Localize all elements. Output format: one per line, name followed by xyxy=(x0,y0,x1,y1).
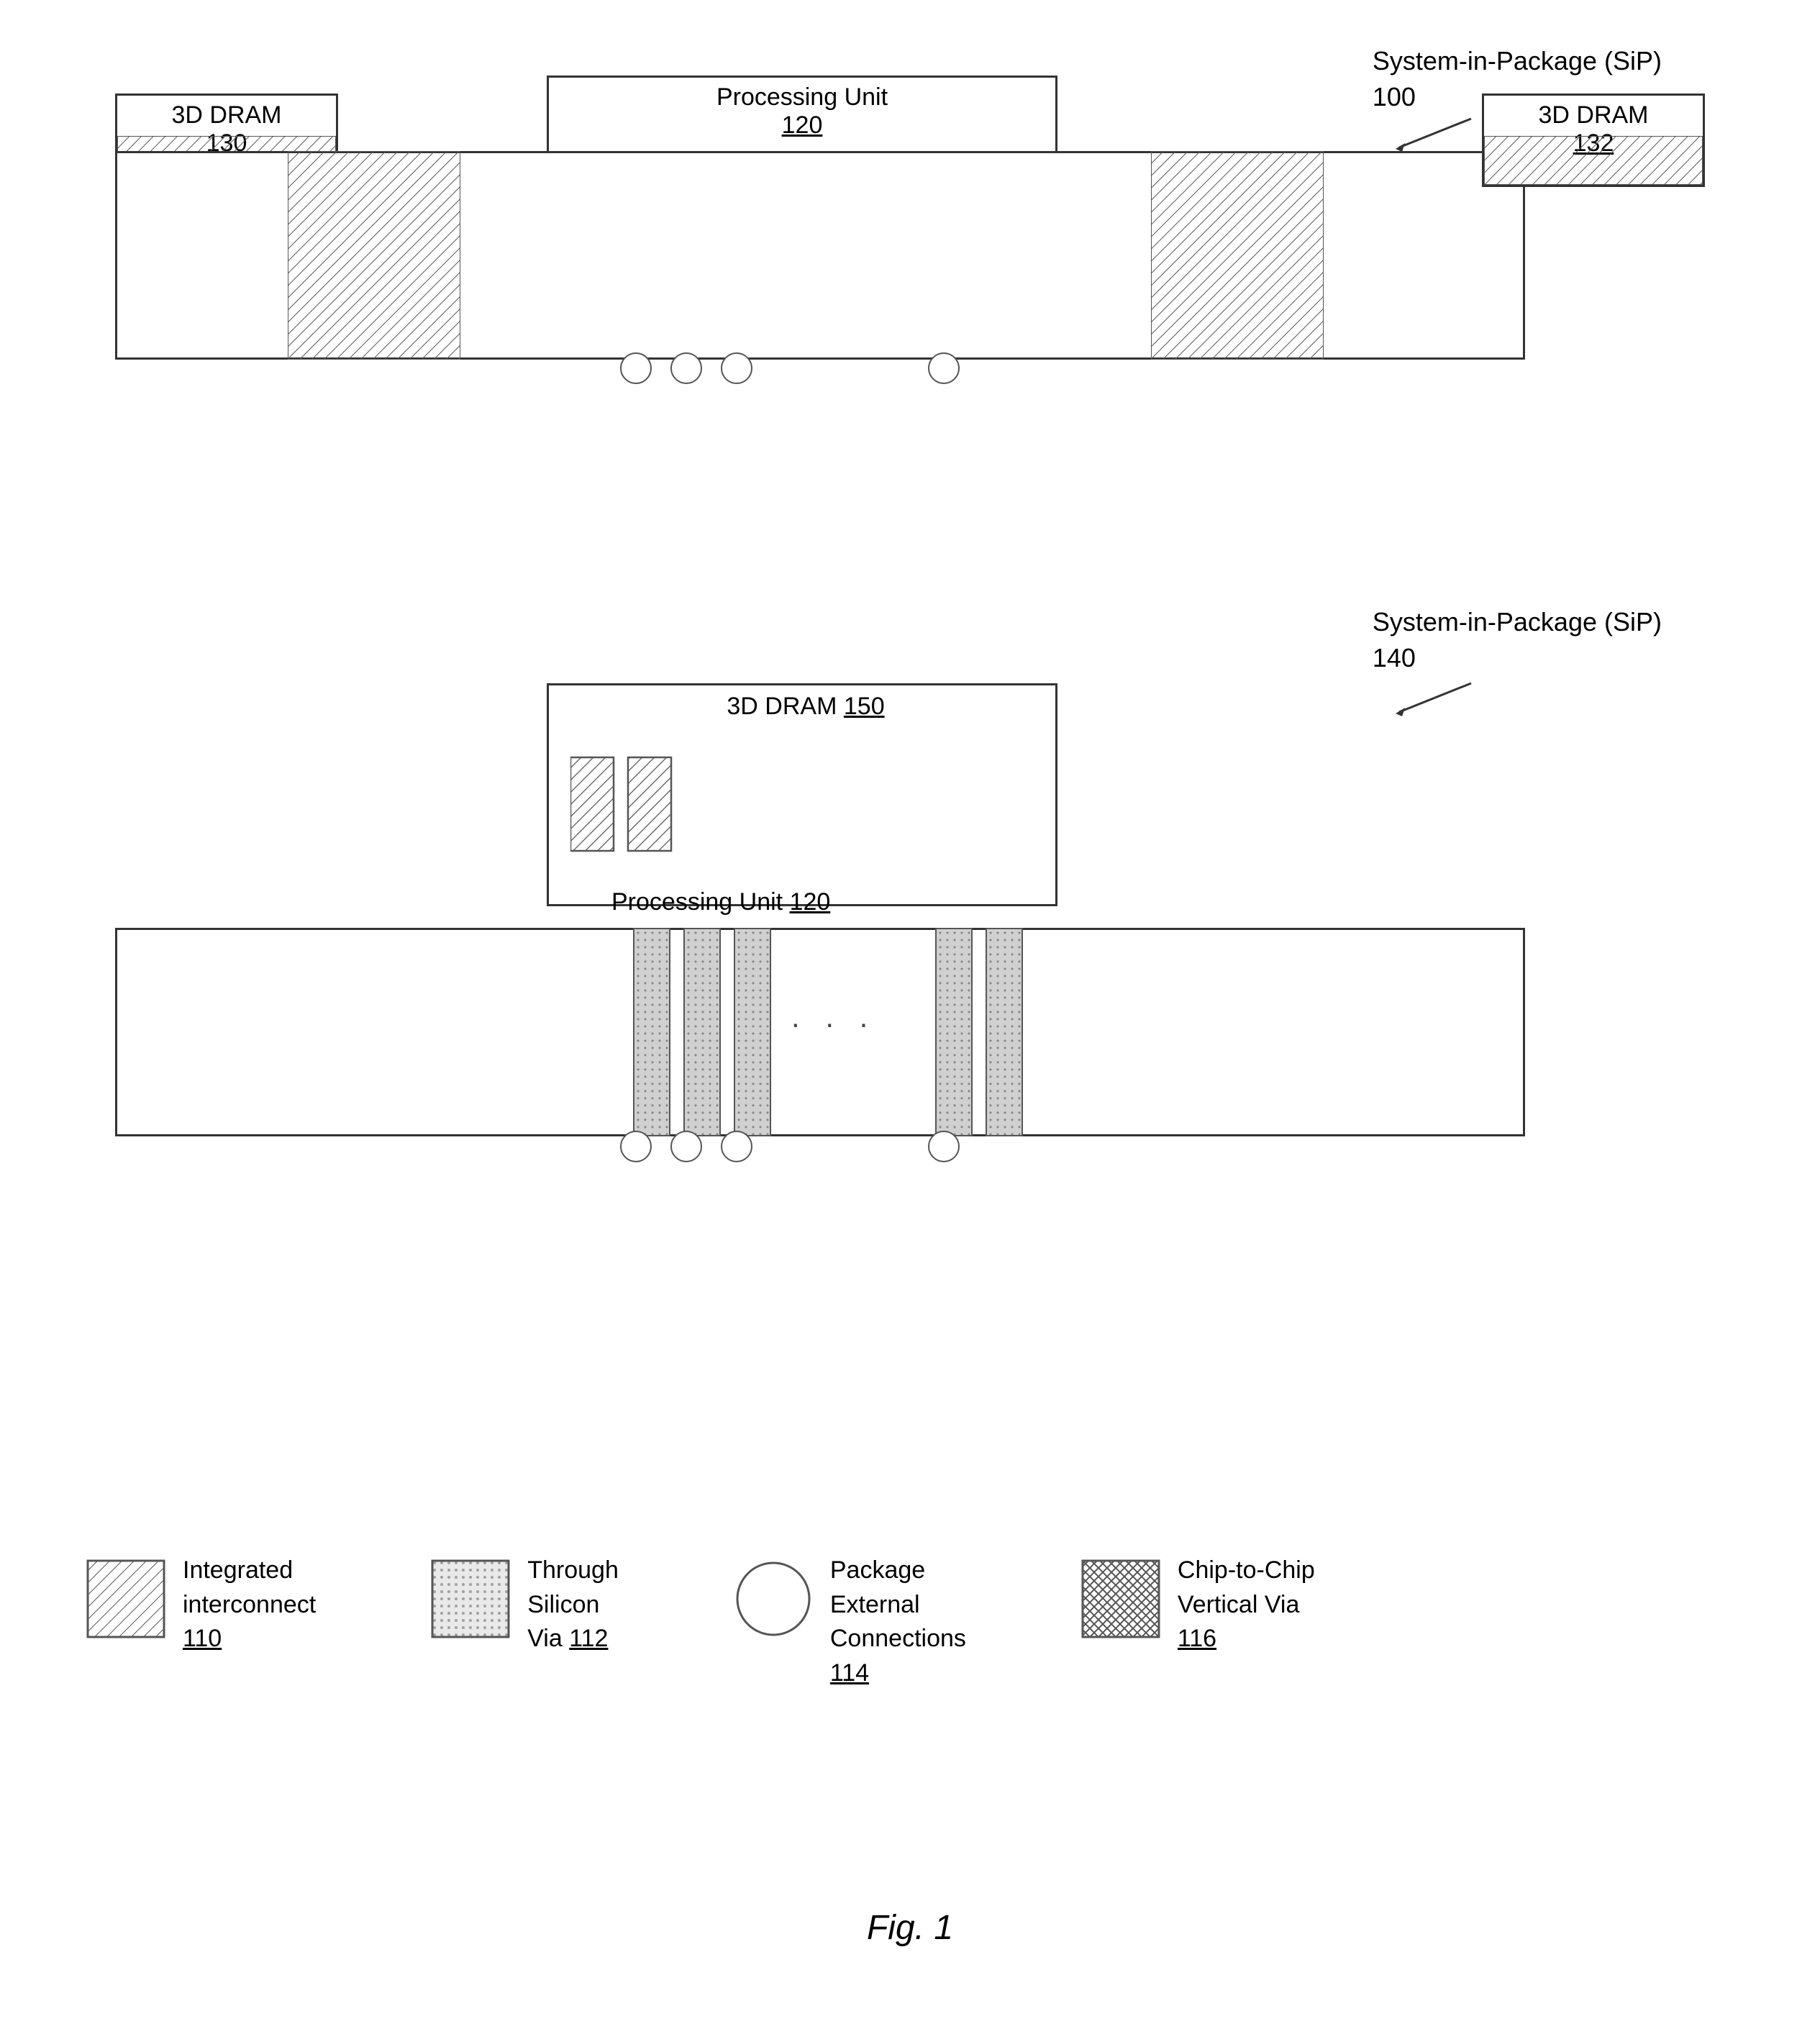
diag1-hatch-right xyxy=(1151,151,1324,360)
diag1-hatch-left xyxy=(288,151,460,360)
solder-ball-4 xyxy=(928,352,960,384)
pu120-label-diag2: Processing Unit 120 xyxy=(611,888,830,916)
page: System-in-Package (SiP) 100 3D DRAM 130 … xyxy=(0,0,1820,2034)
solder-ball-d2-3 xyxy=(721,1131,752,1162)
ccvv-icon xyxy=(1081,1559,1160,1638)
dram150-vias xyxy=(570,743,700,872)
sip140-title: System-in-Package (SiP) xyxy=(1373,604,1662,640)
solder-ball-d2-2 xyxy=(670,1131,702,1162)
figure-caption: Fig. 1 xyxy=(0,1908,1820,1948)
sip140-ref: 140 xyxy=(1373,640,1662,676)
sip140-arrow xyxy=(1392,676,1478,719)
legend-item-ccvv: Chip-to-Chip Vertical Via 116 xyxy=(1081,1554,1315,1656)
dram150-box: 3D DRAM 150 xyxy=(547,683,1057,906)
tsv-d2-col-5 xyxy=(986,928,1023,1136)
dram150-label: 3D DRAM 150 xyxy=(549,685,1055,721)
interconnect-label: Integrated interconnect 110 xyxy=(183,1554,316,1656)
solder-ball-d2-4 xyxy=(928,1131,960,1162)
tsv-label: Through Silicon Via 112 xyxy=(527,1554,619,1656)
solder-ball-d2-1 xyxy=(620,1131,652,1162)
solder-ball-2 xyxy=(670,352,702,384)
tsv-ellipsis-diag2: . . . xyxy=(791,1000,876,1034)
legend-item-tsv: Through Silicon Via 112 xyxy=(431,1554,619,1656)
tsv-d2-col-2 xyxy=(683,928,721,1136)
sip100-title: System-in-Package (SiP) xyxy=(1373,43,1662,79)
solder-ball-3 xyxy=(721,352,752,384)
legend: Integrated interconnect 110 Through Sili… xyxy=(86,1554,1315,1690)
tsv-icon xyxy=(431,1559,510,1638)
dram132-box: 3D DRAM 132 xyxy=(1482,94,1705,187)
ccvv-label: Chip-to-Chip Vertical Via 116 xyxy=(1178,1554,1315,1656)
legend-item-pec: Package External Connections 114 xyxy=(734,1554,966,1690)
tsv-d2-col-3 xyxy=(734,928,771,1136)
sip140-label: System-in-Package (SiP) 140 xyxy=(1373,604,1662,677)
pec-icon xyxy=(734,1559,813,1638)
solder-ball-1 xyxy=(620,352,652,384)
tsv-d2-col-1 xyxy=(633,928,670,1136)
tsv-d2-col-4 xyxy=(935,928,973,1136)
pu120-label: Processing Unit 120 xyxy=(716,83,888,140)
dram132-hatch xyxy=(1484,136,1703,185)
sip100-arrow xyxy=(1392,111,1478,155)
legend-item-interconnect: Integrated interconnect 110 xyxy=(86,1554,316,1656)
pec-label: Package External Connections 114 xyxy=(830,1554,966,1690)
interconnect-icon xyxy=(86,1559,165,1638)
